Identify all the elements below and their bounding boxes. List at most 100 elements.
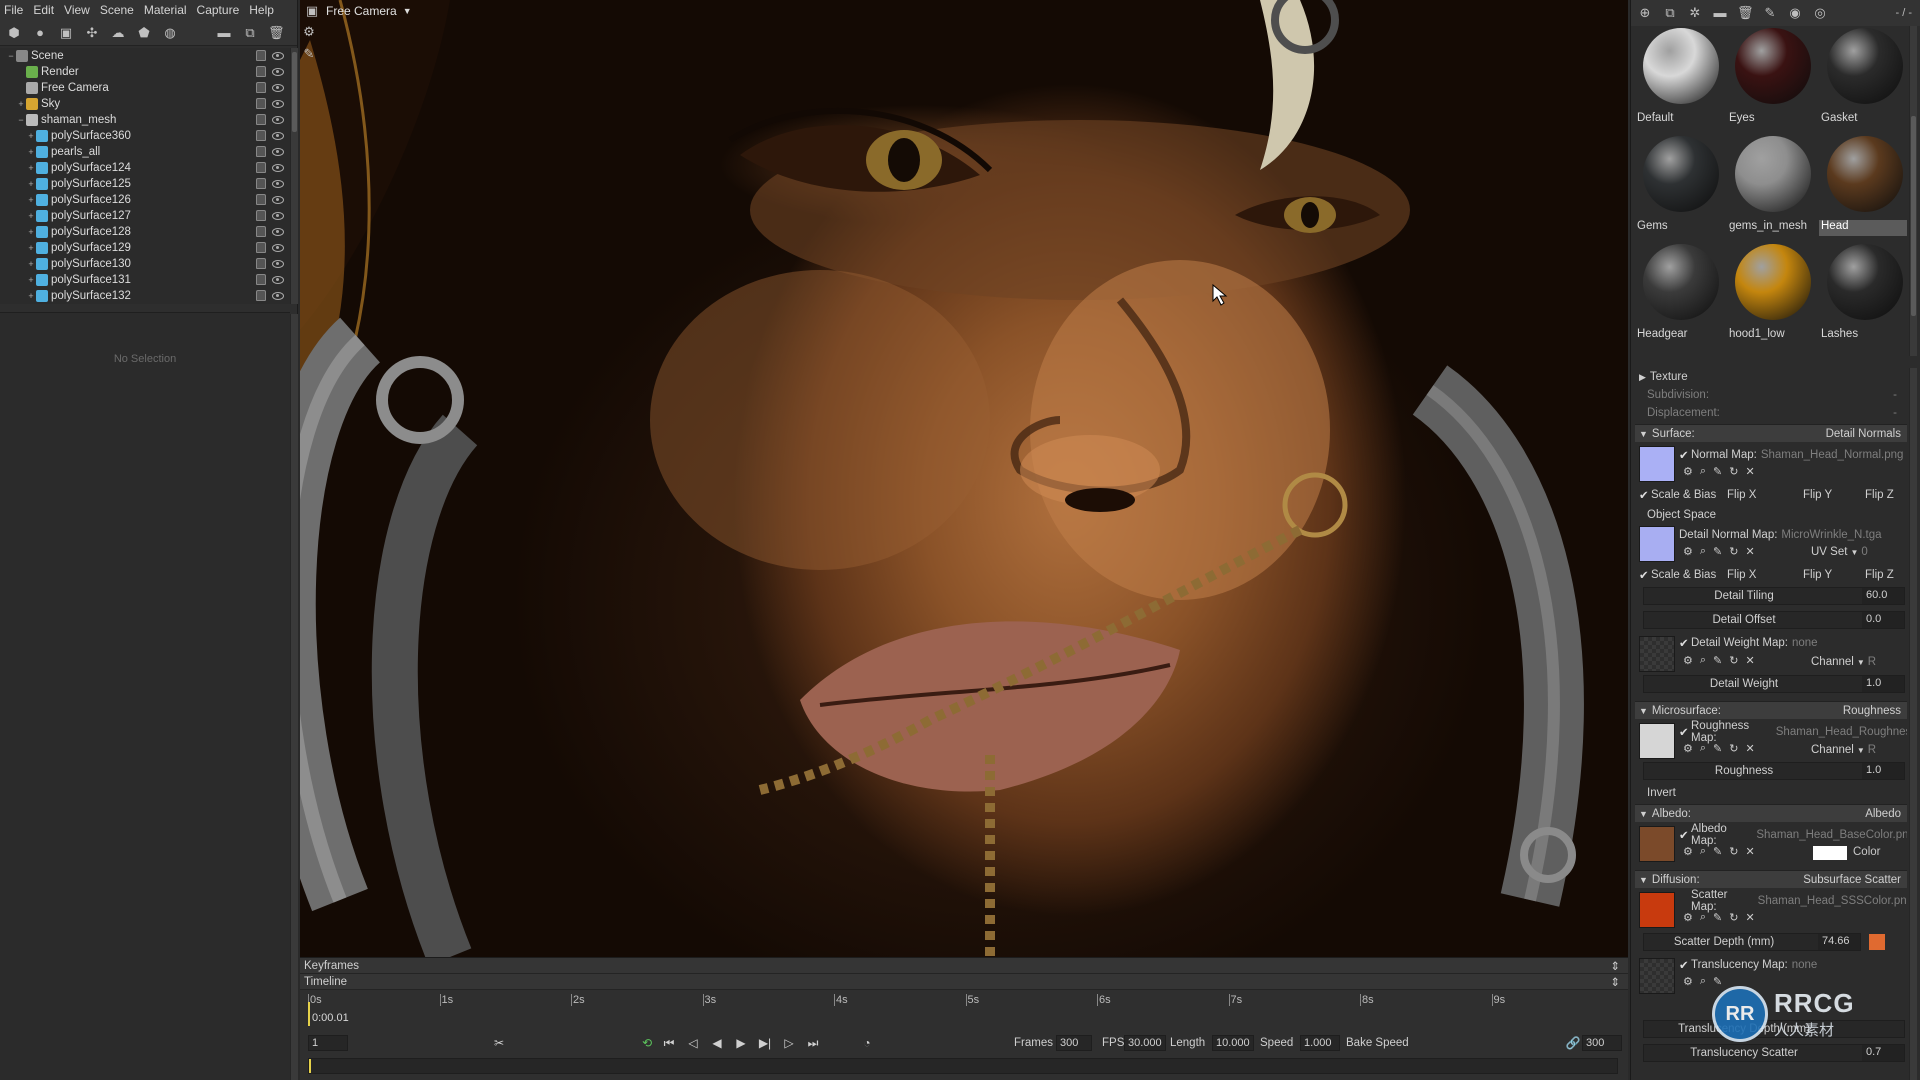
current-frame-field[interactable]: 1 bbox=[308, 1035, 348, 1051]
menu-edit[interactable]: Edit bbox=[33, 3, 54, 17]
detail-weight-value[interactable]: 1.0 bbox=[1862, 676, 1904, 692]
flip-x-checkbox[interactable]: Flip X bbox=[1727, 489, 1756, 501]
search-icon[interactable]: ⌕ bbox=[1700, 545, 1706, 558]
expand-toggle-icon[interactable]: + bbox=[26, 179, 36, 189]
compass-icon[interactable]: ◎ bbox=[1812, 5, 1828, 21]
expand-toggle-icon[interactable]: + bbox=[26, 259, 36, 269]
material-grid-scrollbar[interactable] bbox=[1909, 26, 1917, 356]
lock-icon[interactable] bbox=[256, 66, 266, 77]
pencil-icon[interactable]: ✎ bbox=[1713, 911, 1722, 924]
material-thumbnail[interactable]: Headgear bbox=[1635, 242, 1723, 348]
gear-icon[interactable]: ⚙ bbox=[1683, 742, 1693, 755]
menu-scene[interactable]: Scene bbox=[100, 3, 134, 17]
material-thumbnail[interactable]: Gasket bbox=[1819, 26, 1907, 132]
visibility-eye-icon[interactable] bbox=[272, 212, 284, 220]
albedo-map-checkbox[interactable]: ✔ bbox=[1679, 828, 1689, 842]
displacement-dropdown[interactable]: - bbox=[1893, 407, 1897, 419]
open-folder-icon[interactable]: ▬ bbox=[1712, 5, 1728, 21]
scatter-depth-value[interactable]: 74.66 bbox=[1818, 934, 1860, 950]
expand-toggle-icon[interactable]: − bbox=[6, 51, 16, 61]
scrub-marker[interactable] bbox=[309, 1059, 311, 1073]
lock-icon[interactable] bbox=[256, 50, 266, 61]
pencil-icon[interactable]: ✎ bbox=[1713, 654, 1722, 667]
lock-icon[interactable] bbox=[256, 146, 266, 157]
detail-weight-checkbox[interactable]: ✔ bbox=[1679, 636, 1689, 650]
fps-field[interactable]: 30.000 bbox=[1124, 1035, 1166, 1051]
reload-icon[interactable]: ↻ bbox=[1729, 845, 1738, 858]
outliner-item[interactable]: + polySurface125 bbox=[0, 176, 290, 192]
outliner-item[interactable]: Free Camera bbox=[0, 80, 290, 96]
render-viewport[interactable] bbox=[300, 0, 1628, 957]
outliner-item[interactable]: + polySurface129 bbox=[0, 240, 290, 256]
step-forward-icon[interactable]: ▶| bbox=[754, 1036, 776, 1050]
detail-tiling-slider[interactable]: Detail Tiling 60.0 bbox=[1643, 587, 1905, 605]
subdivision-dropdown[interactable]: - bbox=[1893, 389, 1897, 401]
reload-icon[interactable]: ↻ bbox=[1729, 654, 1738, 667]
expand-toggle-icon[interactable]: + bbox=[26, 147, 36, 157]
collapse-icon[interactable]: ⇕ bbox=[1610, 975, 1620, 989]
albedo-color-swatch[interactable] bbox=[1813, 846, 1847, 860]
gear-icon[interactable]: ⚙ bbox=[1683, 545, 1693, 558]
add-light-icon[interactable]: ● bbox=[32, 25, 48, 41]
outliner-item[interactable]: + polySurface126 bbox=[0, 192, 290, 208]
add-shadow-catcher-icon[interactable]: ☁ bbox=[110, 25, 126, 41]
lock-icon[interactable] bbox=[256, 162, 266, 173]
texture-section[interactable]: ▶ Texture bbox=[1635, 368, 1907, 386]
translucency-thumbnail[interactable] bbox=[1639, 958, 1675, 994]
lock-icon[interactable] bbox=[256, 226, 266, 237]
visibility-eye-icon[interactable] bbox=[272, 116, 284, 124]
timeline-ruler[interactable]: 0s 1s 2s 3s 4s 5s 6s 7s 8s 9s bbox=[308, 994, 1608, 1024]
timeline-header[interactable]: Timeline ⇕ bbox=[300, 974, 1628, 990]
uv-set-row[interactable]: UV Set ▼ 0 bbox=[1811, 543, 1907, 561]
lock-icon[interactable] bbox=[256, 98, 266, 109]
detail-normal-thumbnail[interactable] bbox=[1639, 526, 1675, 562]
outliner-item[interactable]: + polySurface131 bbox=[0, 272, 290, 288]
pencil-icon[interactable]: ✎ bbox=[1713, 545, 1722, 558]
playhead[interactable] bbox=[308, 1002, 310, 1026]
pick-material-icon[interactable]: ✎ bbox=[1762, 5, 1778, 21]
end-frame-field[interactable]: 300 bbox=[1582, 1035, 1622, 1051]
next-key-icon[interactable]: ▷ bbox=[778, 1036, 800, 1050]
scale-bias-checkbox[interactable]: ✔ bbox=[1639, 488, 1649, 502]
outliner-scrollbar[interactable] bbox=[290, 48, 298, 304]
close-icon[interactable]: ✕ bbox=[1745, 742, 1754, 755]
search-icon[interactable]: ⌕ bbox=[1700, 465, 1706, 478]
normal-map-thumbnail[interactable] bbox=[1639, 446, 1675, 482]
translucency-map-checkbox[interactable]: ✔ bbox=[1679, 958, 1689, 972]
outliner-item[interactable]: + polySurface127 bbox=[0, 208, 290, 224]
outliner-item[interactable]: + Sky bbox=[0, 96, 290, 112]
menu-capture[interactable]: Capture bbox=[197, 3, 240, 17]
reload-icon[interactable]: ↻ bbox=[1729, 545, 1738, 558]
diffusion-section[interactable]: ▼ Diffusion: Subsurface Scatter bbox=[1635, 870, 1907, 888]
flip-z-checkbox[interactable]: Flip Z bbox=[1865, 489, 1894, 501]
visibility-eye-icon[interactable] bbox=[272, 132, 284, 140]
material-thumbnail[interactable]: Gems bbox=[1635, 134, 1723, 240]
expand-toggle-icon[interactable]: + bbox=[26, 195, 36, 205]
visibility-eye-icon[interactable] bbox=[272, 68, 284, 76]
microsurface-dropdown[interactable]: Roughness bbox=[1843, 705, 1901, 717]
new-material-icon[interactable]: ⊕ bbox=[1637, 5, 1653, 21]
menu-view[interactable]: View bbox=[64, 3, 90, 17]
detail-offset-value[interactable]: 0.0 bbox=[1862, 612, 1904, 628]
visibility-eye-icon[interactable] bbox=[272, 164, 284, 172]
detail-flip-y-checkbox[interactable]: Flip Y bbox=[1803, 569, 1832, 581]
skip-end-icon[interactable]: ⏭ bbox=[802, 1036, 824, 1051]
apply-icon[interactable]: ◉ bbox=[1787, 5, 1803, 21]
chevron-down-icon[interactable]: ▼ bbox=[403, 6, 412, 16]
gear-icon[interactable]: ⚙ bbox=[1683, 654, 1693, 667]
visibility-eye-icon[interactable] bbox=[272, 292, 284, 300]
roughness-channel[interactable]: Channel ▼ R bbox=[1811, 741, 1907, 759]
detail-weight-channel[interactable]: Channel ▼ R bbox=[1811, 653, 1907, 671]
camera-selector[interactable]: Free Camera bbox=[326, 4, 397, 18]
normal-map-checkbox[interactable]: ✔ bbox=[1679, 448, 1689, 462]
link-icon[interactable]: 🔗 bbox=[1562, 1036, 1584, 1050]
search-icon[interactable]: ⌕ bbox=[1700, 911, 1706, 924]
surface-section[interactable]: ▼ Surface: Detail Normals bbox=[1635, 424, 1907, 442]
lock-icon[interactable] bbox=[256, 258, 266, 269]
lock-icon[interactable] bbox=[256, 274, 266, 285]
menu-material[interactable]: Material bbox=[144, 3, 187, 17]
flip-y-checkbox[interactable]: Flip Y bbox=[1803, 489, 1832, 501]
visibility-eye-icon[interactable] bbox=[272, 276, 284, 284]
expand-toggle-icon[interactable]: + bbox=[26, 211, 36, 221]
material-thumbnail[interactable]: Head bbox=[1819, 134, 1907, 240]
